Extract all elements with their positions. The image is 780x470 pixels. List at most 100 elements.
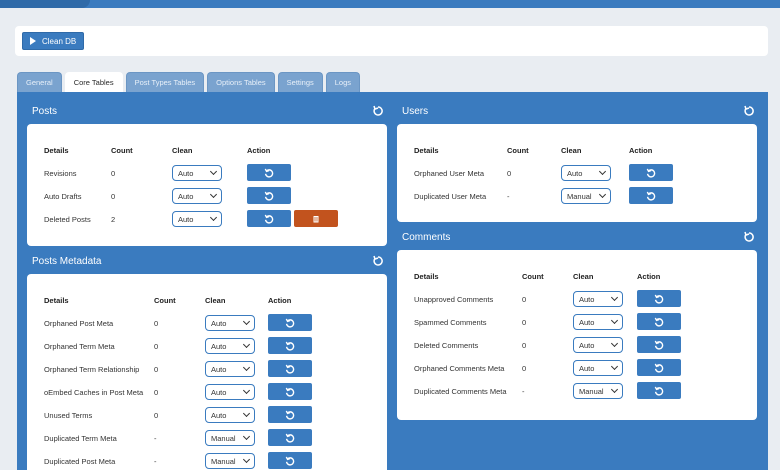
row-details: Duplicated Comments Meta: [414, 387, 507, 396]
row-details: oEmbed Caches in Post Meta: [44, 388, 144, 397]
column-header-count: Count: [522, 272, 544, 281]
clean-select[interactable]: Auto: [172, 188, 222, 204]
row-count: -: [154, 434, 157, 443]
row-count: 0: [154, 319, 159, 328]
clean-select[interactable]: Auto: [172, 165, 222, 181]
undo-icon: [654, 317, 664, 327]
clean-select[interactable]: Auto: [573, 360, 623, 376]
row-details: Auto Drafts: [44, 192, 82, 201]
posts-section-title: Posts: [32, 106, 58, 117]
chevron-down-icon: [209, 213, 218, 222]
chevron-down-icon: [209, 167, 218, 176]
column-header-clean: Clean: [205, 296, 226, 305]
clean-db-button[interactable]: Clean DB: [22, 32, 85, 50]
play-icon: [30, 37, 36, 45]
column-header-clean: Clean: [561, 146, 582, 155]
users-card: Details Count Clean Action Orphaned User…: [397, 124, 757, 222]
row-count: 0: [522, 364, 527, 373]
column-header-clean: Clean: [172, 146, 193, 155]
run-cleanup-button[interactable]: [637, 313, 681, 330]
row-count: 0: [522, 341, 527, 350]
run-cleanup-button[interactable]: [268, 314, 312, 331]
undo-icon: [264, 214, 274, 224]
column-header-clean: Clean: [573, 272, 594, 281]
refresh-icon[interactable]: [372, 255, 384, 267]
clean-select[interactable]: Auto: [573, 291, 623, 307]
run-cleanup-button[interactable]: [637, 359, 681, 376]
chevron-down-icon: [242, 363, 251, 372]
tab-core-tables[interactable]: Core Tables: [64, 72, 123, 92]
row-count: -: [154, 457, 157, 466]
clean-db-label: Clean DB: [42, 36, 77, 46]
delete-button[interactable]: [294, 210, 338, 227]
run-cleanup-button[interactable]: [268, 452, 312, 469]
clean-select[interactable]: Auto: [205, 384, 255, 400]
row-count: 0: [111, 169, 116, 178]
run-cleanup-button[interactable]: [637, 290, 681, 307]
chevron-down-icon: [610, 339, 619, 348]
tab-post-types-tables[interactable]: Post Types Tables: [125, 72, 205, 92]
row-details: Orphaned Post Meta: [44, 319, 114, 328]
row-details: Duplicated User Meta: [414, 192, 487, 201]
run-cleanup-button[interactable]: [247, 164, 291, 181]
clean-select[interactable]: Auto: [205, 315, 255, 331]
column-header-count: Count: [111, 146, 133, 155]
undo-icon: [285, 456, 295, 466]
clean-select[interactable]: Manual: [205, 453, 255, 469]
run-cleanup-button[interactable]: [268, 360, 312, 377]
chevron-down-icon: [610, 385, 619, 394]
refresh-icon[interactable]: [743, 105, 755, 117]
run-cleanup-button[interactable]: [268, 429, 312, 446]
run-cleanup-button[interactable]: [268, 337, 312, 354]
clean-select[interactable]: Manual: [573, 383, 623, 399]
clean-select[interactable]: Auto: [573, 314, 623, 330]
run-cleanup-button[interactable]: [629, 187, 673, 204]
row-details: Spammed Comments: [414, 318, 487, 327]
row-count: 0: [522, 295, 527, 304]
comments-card: Details Count Clean Action Unapproved Co…: [397, 250, 757, 420]
run-cleanup-button[interactable]: [637, 336, 681, 353]
undo-icon: [646, 191, 656, 201]
clean-select[interactable]: Auto: [573, 337, 623, 353]
undo-icon: [654, 340, 664, 350]
run-cleanup-button[interactable]: [629, 164, 673, 181]
tab-logs[interactable]: Logs: [325, 72, 361, 92]
column-header-count: Count: [154, 296, 176, 305]
clean-select[interactable]: Auto: [561, 165, 611, 181]
clean-select[interactable]: Auto: [205, 407, 255, 423]
row-count: 0: [507, 169, 512, 178]
clean-select[interactable]: Manual: [561, 188, 611, 204]
run-cleanup-button[interactable]: [247, 210, 291, 227]
row-details: Deleted Posts: [44, 215, 91, 224]
clean-select[interactable]: Auto: [172, 211, 222, 227]
chevron-down-icon: [610, 362, 619, 371]
row-count: 0: [154, 365, 159, 374]
run-cleanup-button[interactable]: [268, 406, 312, 423]
chevron-down-icon: [209, 190, 218, 199]
run-cleanup-button[interactable]: [637, 382, 681, 399]
tab-general[interactable]: General: [17, 72, 62, 92]
refresh-icon[interactable]: [372, 105, 384, 117]
run-cleanup-button[interactable]: [268, 383, 312, 400]
row-count: 2: [111, 215, 116, 224]
tab-bar: General Core Tables Post Types Tables Op…: [17, 72, 361, 92]
row-details: Unapproved Comments: [414, 295, 494, 304]
undo-icon: [285, 364, 295, 374]
column-header-count: Count: [507, 146, 529, 155]
column-header-details: Details: [414, 146, 439, 155]
refresh-icon[interactable]: [743, 231, 755, 243]
column-header-action: Action: [247, 146, 271, 155]
tab-options-tables[interactable]: Options Tables: [207, 72, 275, 92]
clean-select[interactable]: Auto: [205, 361, 255, 377]
row-count: 0: [154, 342, 159, 351]
users-section-title: Users: [402, 106, 429, 117]
row-details: Deleted Comments: [414, 341, 479, 350]
tab-settings[interactable]: Settings: [277, 72, 323, 92]
run-cleanup-button[interactable]: [247, 187, 291, 204]
logo: [0, 0, 90, 8]
action-bar: Clean DB: [15, 26, 768, 56]
clean-select[interactable]: Auto: [205, 338, 255, 354]
row-count: -: [522, 387, 525, 396]
chevron-down-icon: [610, 293, 619, 302]
clean-select[interactable]: Manual: [205, 430, 255, 446]
